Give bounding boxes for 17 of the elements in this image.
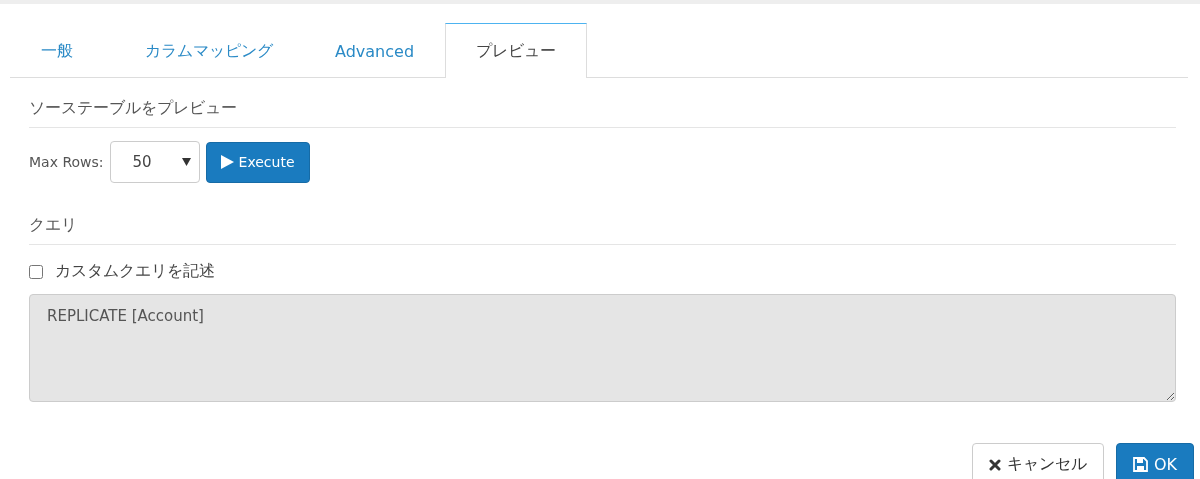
tab[interactable]: Advanced	[304, 23, 446, 78]
save-icon	[1132, 457, 1148, 472]
execute-button[interactable]: Execute	[205, 141, 310, 183]
caret-icon	[181, 158, 191, 166]
section-heading: クエリ	[29, 183, 1176, 245]
section-heading: ソーステーブルをプレビュー	[29, 78, 1176, 128]
tab[interactable]: カラムマッピング	[104, 23, 304, 78]
max-rows-label: Max Rows:	[29, 154, 104, 170]
close-icon	[988, 458, 1001, 471]
cancel-button[interactable]: キャンセル	[971, 443, 1104, 479]
checkbox[interactable]	[29, 264, 43, 279]
ok-button[interactable]: OK	[1115, 443, 1194, 479]
max-rows-select[interactable]: 50	[109, 141, 200, 183]
tab[interactable]: プレビュー	[445, 23, 588, 78]
checkbox-label: カスタムクエリを記述	[55, 261, 215, 282]
play-icon	[220, 155, 234, 169]
tab[interactable]: 一般	[10, 23, 104, 78]
